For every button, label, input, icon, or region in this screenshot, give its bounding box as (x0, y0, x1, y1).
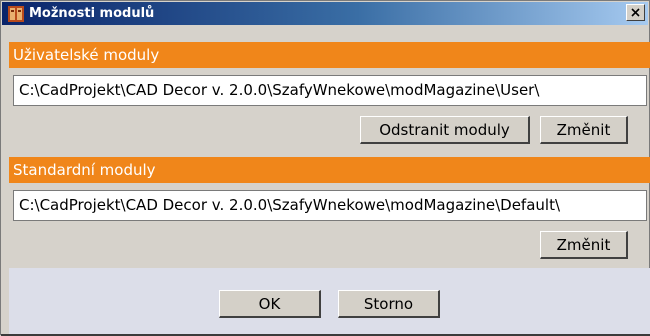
dialog-footer: OK Storno (9, 268, 650, 336)
standard-modules-header: Standardní moduly (9, 157, 650, 183)
close-icon (631, 8, 640, 17)
close-button[interactable] (626, 4, 645, 21)
cancel-button[interactable]: Storno (338, 290, 440, 318)
remove-modules-button[interactable]: Odstranit moduly (360, 116, 530, 144)
module-options-dialog: Možnosti modulů Uživatelské moduly C:\Ca… (0, 0, 650, 336)
user-modules-path-field[interactable]: C:\CadProjekt\CAD Decor v. 2.0.0\SzafyWn… (13, 75, 647, 106)
standard-modules-path-field[interactable]: C:\CadProjekt\CAD Decor v. 2.0.0\SzafyWn… (13, 190, 647, 221)
standard-change-button[interactable]: Změnit (540, 231, 628, 259)
window-title: Možnosti modulů (29, 6, 155, 21)
ok-button[interactable]: OK (219, 290, 321, 318)
app-module-icon (8, 5, 24, 22)
user-change-button[interactable]: Změnit (540, 116, 628, 144)
title-bar[interactable]: Možnosti modulů (2, 2, 648, 25)
user-modules-header: Uživatelské moduly (9, 42, 650, 68)
